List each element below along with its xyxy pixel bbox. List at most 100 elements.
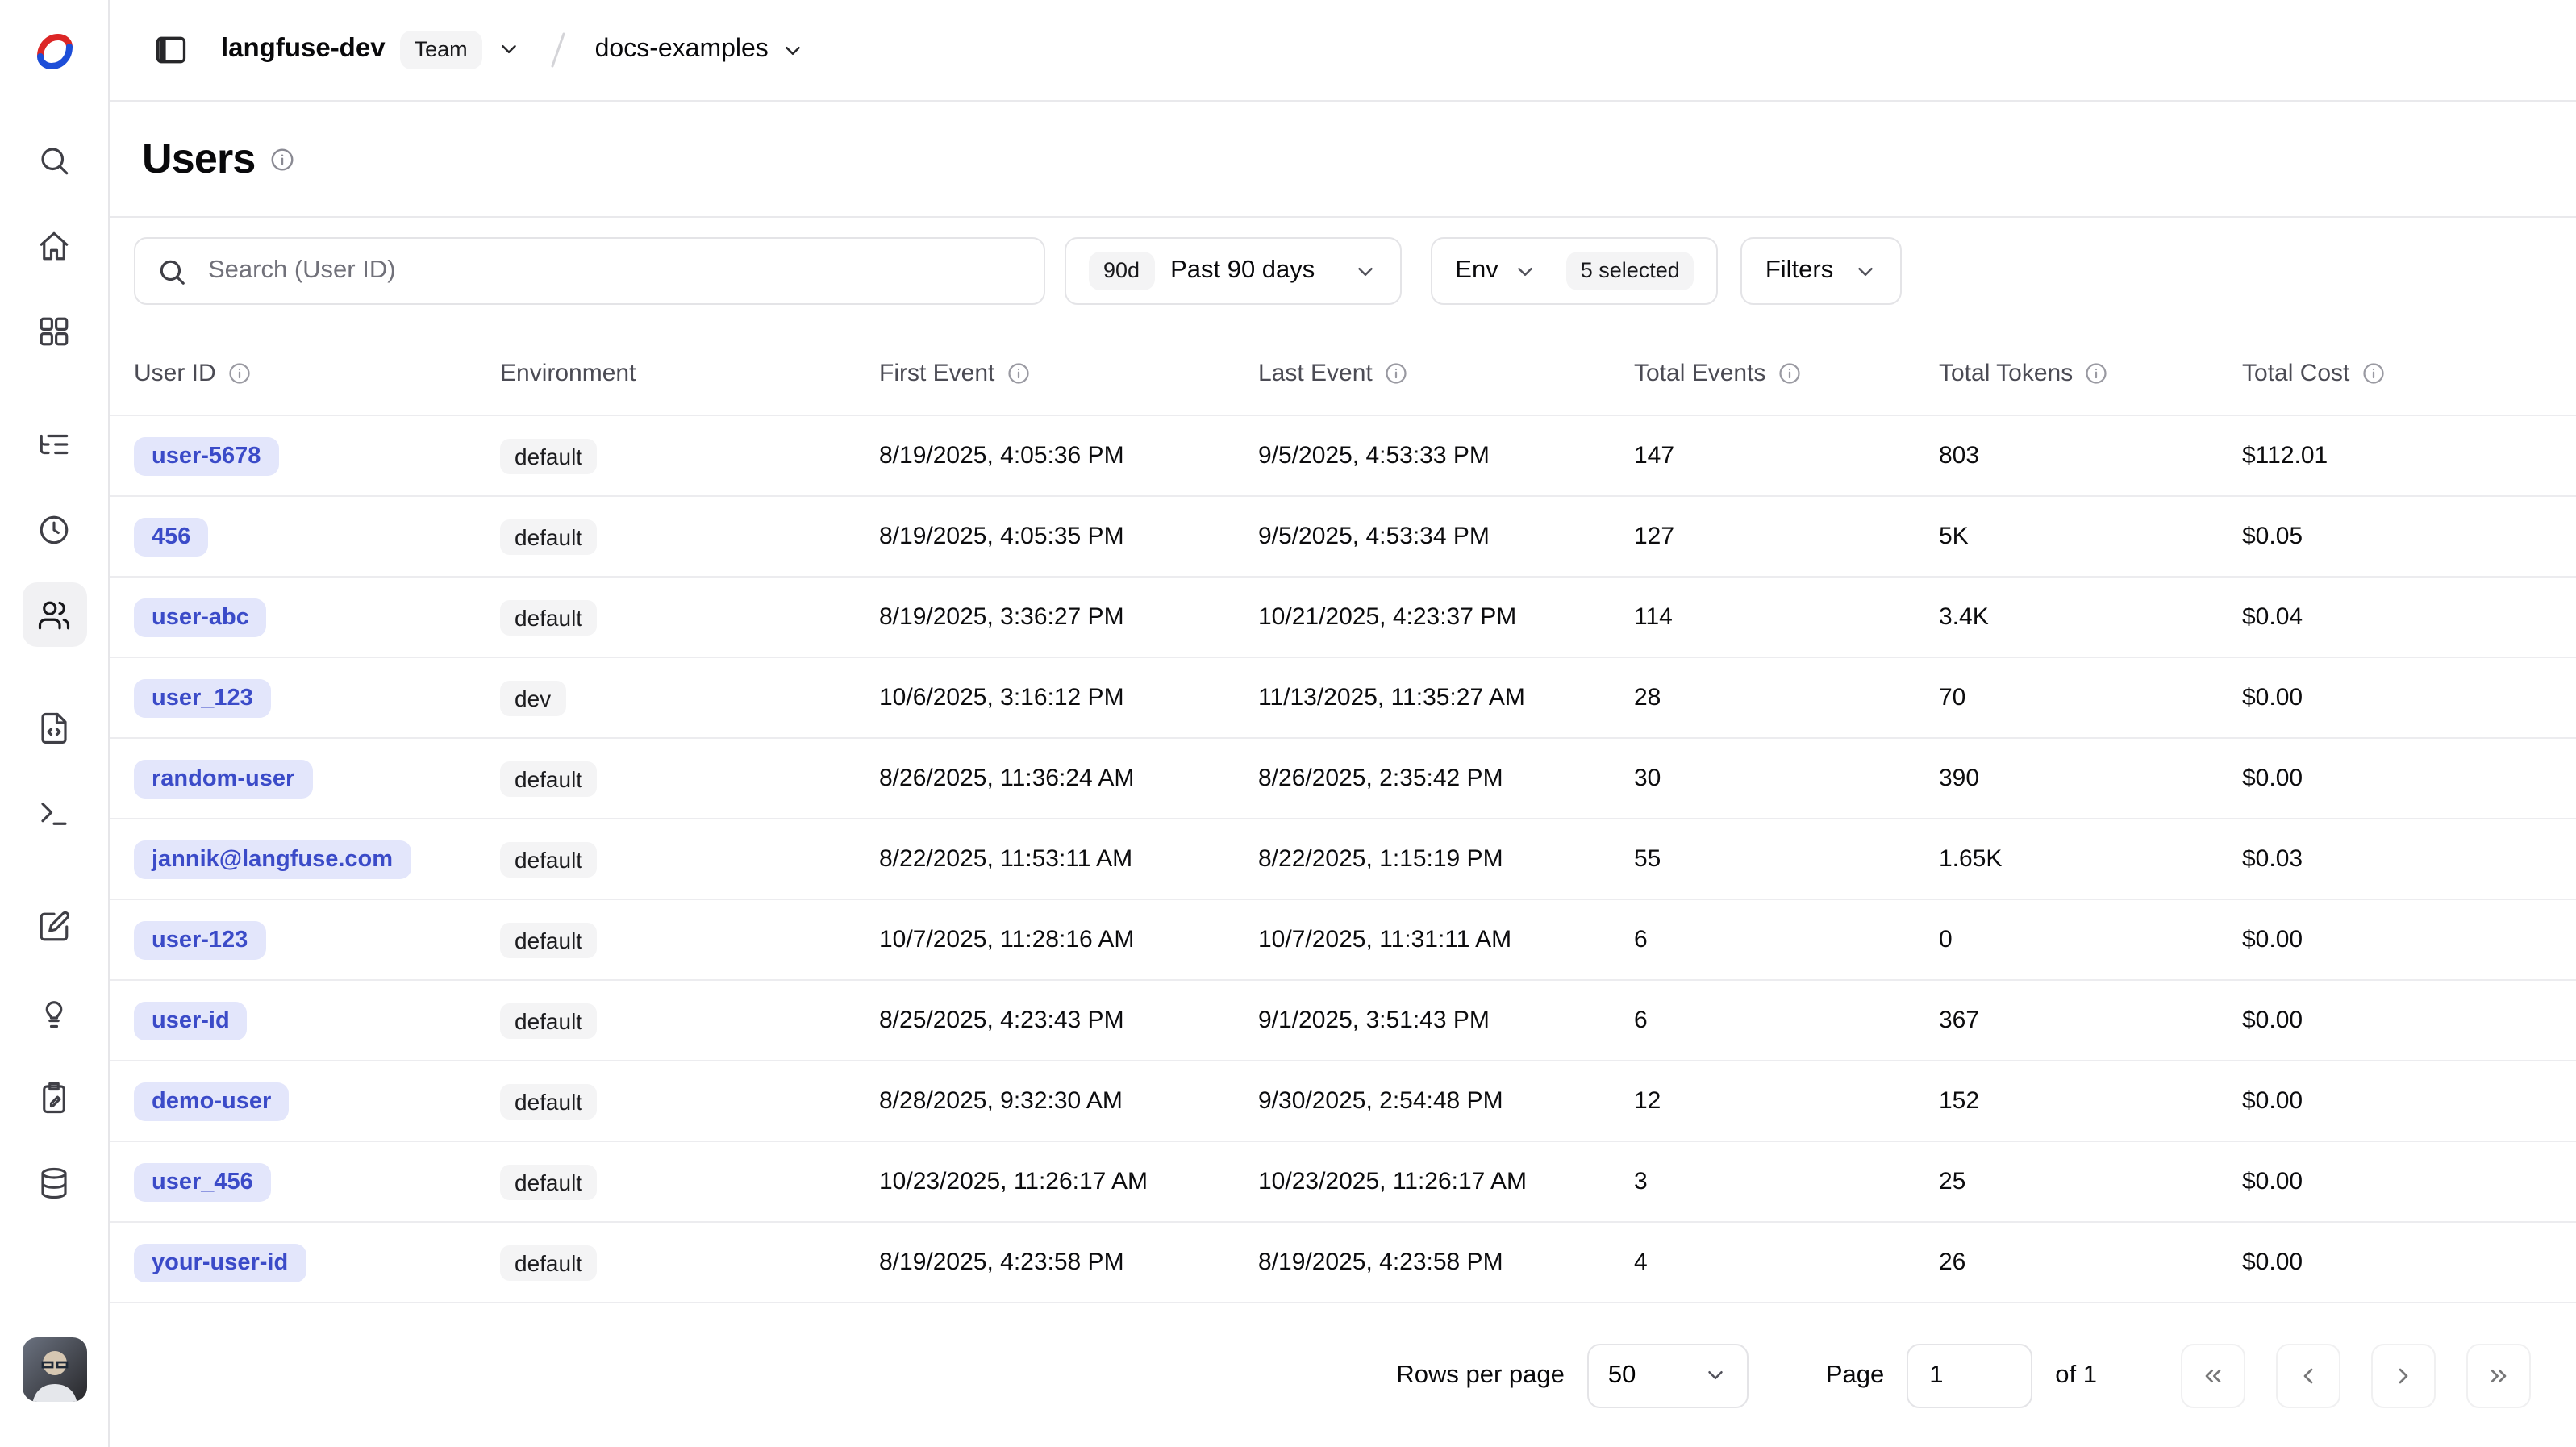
rows-per-page-value: 50 [1608,1361,1636,1390]
environment-badge: default [500,761,597,796]
user-id-badge[interactable]: user-id [134,1001,248,1040]
user-id-badge[interactable]: your-user-id [134,1243,306,1282]
lightbulb-icon [37,995,71,1028]
sidebar-item-tracing[interactable] [22,411,86,476]
sidebar [0,0,110,1447]
environment-filter-button[interactable]: Env 5 selected [1431,237,1719,305]
total-events-cell: 6 [1634,926,1939,953]
column-header-environment[interactable]: Environment [500,359,879,386]
page-number-input[interactable] [1907,1343,2032,1407]
table-row[interactable]: user-id default 8/25/2025, 4:23:43 PM 9/… [110,981,2576,1061]
column-header-first-event[interactable]: First Event [879,359,1258,386]
terminal-icon [37,796,71,830]
table-row[interactable]: user_123 dev 10/6/2025, 3:16:12 PM 11/13… [110,658,2576,739]
date-range-button[interactable]: 90d Past 90 days [1065,237,1402,305]
first-event-cell: 8/19/2025, 4:05:36 PM [879,442,1258,469]
sidebar-item-datasets[interactable] [22,1150,86,1215]
table-row[interactable]: user-123 default 10/7/2025, 11:28:16 AM … [110,900,2576,981]
filters-button[interactable]: Filters [1741,237,1901,305]
chevron-left-icon [2295,1362,2321,1388]
total-events-cell: 4 [1634,1249,1939,1276]
total-cost-cell: $0.05 [2242,523,2552,550]
sidebar-item-sessions[interactable] [22,497,86,561]
environment-badge: default [500,1245,597,1280]
last-event-cell: 9/5/2025, 4:53:33 PM [1258,442,1634,469]
search-icon [37,143,71,177]
chevron-down-icon [497,38,521,62]
sidebar-item-home[interactable] [22,213,86,277]
sidebar-item-evaluation[interactable] [22,894,86,958]
column-header-total-events[interactable]: Total Events [1634,359,1939,386]
info-icon[interactable] [2361,361,2385,385]
search-input[interactable] [205,255,1023,287]
sidebar-item-insights[interactable] [22,979,86,1044]
user-id-badge[interactable]: user-5678 [134,436,278,475]
column-header-last-event[interactable]: Last Event [1258,359,1634,386]
table-row[interactable]: user_456 default 10/23/2025, 11:26:17 AM… [110,1142,2576,1223]
previous-page-button[interactable] [2276,1343,2340,1407]
user-id-badge[interactable]: user-123 [134,920,265,959]
user-id-badge[interactable]: 456 [134,517,208,556]
project-selector[interactable]: docs-examples [595,35,806,65]
sidebar-toggle-button[interactable] [142,21,200,79]
sidebar-item-users[interactable] [22,582,86,647]
table-row[interactable]: 456 default 8/19/2025, 4:05:35 PM 9/5/20… [110,497,2576,578]
environment-badge: default [500,841,597,877]
sidebar-item-search[interactable] [22,127,86,192]
environment-badge: dev [500,680,565,715]
list-tree-icon [37,427,71,461]
info-icon[interactable] [2084,361,2108,385]
first-page-button[interactable] [2181,1343,2245,1407]
user-id-badge[interactable]: user_456 [134,1162,271,1201]
last-page-button[interactable] [2466,1343,2531,1407]
langfuse-logo[interactable] [0,0,108,102]
total-cost-cell: $0.00 [2242,1168,2552,1195]
info-icon[interactable] [270,146,296,172]
info-icon[interactable] [1006,361,1030,385]
info-icon[interactable] [227,361,252,385]
rows-per-page-select[interactable]: 50 [1587,1343,1749,1407]
info-icon[interactable] [1384,361,1408,385]
pagination-bar: Rows per page 50 Page of 1 [110,1303,2576,1447]
total-tokens-cell: 1.65K [1939,845,2242,873]
sidebar-item-playground[interactable] [22,781,86,845]
table-row[interactable]: user-5678 default 8/19/2025, 4:05:36 PM … [110,416,2576,497]
user-id-badge[interactable]: jannik@langfuse.com [134,840,411,878]
next-page-button[interactable] [2371,1343,2436,1407]
avatar-photo [22,1337,86,1402]
page-header: Users [110,102,2576,218]
user-id-badge[interactable]: random-user [134,759,312,798]
table-row[interactable]: demo-user default 8/28/2025, 9:32:30 AM … [110,1061,2576,1142]
total-events-cell: 147 [1634,442,1939,469]
date-range-badge: 90d [1089,252,1154,290]
chevrons-right-icon [2486,1362,2511,1388]
main-area: langfuse-dev Team docs-examples Users 90… [110,0,2576,1447]
filters-label: Filters [1765,256,1833,286]
user-id-badge[interactable]: user-abc [134,598,267,636]
sidebar-item-dashboards[interactable] [22,298,86,363]
total-cost-cell: $0.00 [2242,1249,2552,1276]
organization-selector[interactable]: langfuse-dev Team [221,31,521,69]
environment-badge: default [500,1083,597,1119]
first-event-cell: 8/22/2025, 11:53:11 AM [879,845,1258,873]
first-event-cell: 8/25/2025, 4:23:43 PM [879,1007,1258,1034]
user-avatar[interactable] [22,1337,86,1402]
table-row[interactable]: random-user default 8/26/2025, 11:36:24 … [110,739,2576,819]
column-header-total-tokens[interactable]: Total Tokens [1939,359,2242,386]
first-event-cell: 8/19/2025, 3:36:27 PM [879,603,1258,631]
sidebar-item-prompts[interactable] [22,695,86,760]
sidebar-item-annotation[interactable] [22,1065,86,1129]
langfuse-logo-icon [31,28,77,73]
column-header-total-cost[interactable]: Total Cost [2242,359,2552,386]
user-id-badge[interactable]: user_123 [134,678,271,717]
info-icon[interactable] [1777,361,1801,385]
table-row[interactable]: jannik@langfuse.com default 8/22/2025, 1… [110,819,2576,900]
table-row[interactable]: your-user-id default 8/19/2025, 4:23:58 … [110,1223,2576,1303]
table-row[interactable]: user-abc default 8/19/2025, 3:36:27 PM 1… [110,578,2576,658]
total-tokens-cell: 390 [1939,765,2242,792]
environment-badge: default [500,1164,597,1199]
column-header-user-id[interactable]: User ID [134,359,500,386]
last-event-cell: 8/26/2025, 2:35:42 PM [1258,765,1634,792]
user-id-badge[interactable]: demo-user [134,1082,289,1120]
total-tokens-cell: 367 [1939,1007,2242,1034]
